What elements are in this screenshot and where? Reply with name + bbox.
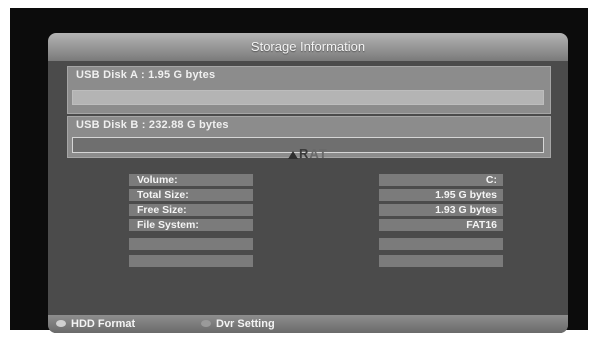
watermark-logo: RAT bbox=[288, 146, 328, 161]
screen-frame: Storage Information USB Disk A : 1.95 G … bbox=[10, 8, 588, 333]
usb-disk-b-label: USB Disk B : 232.88 G bytes bbox=[76, 119, 229, 131]
empty-info-label bbox=[129, 255, 253, 267]
empty-info-value bbox=[379, 238, 503, 250]
volume-label: Volume: bbox=[129, 174, 253, 186]
red-key-icon bbox=[56, 320, 66, 327]
hdd-format-button[interactable]: HDD Format bbox=[56, 317, 135, 331]
file-system-value: FAT16 bbox=[379, 219, 503, 231]
storage-information-dialog: Storage Information USB Disk A : 1.95 G … bbox=[48, 33, 568, 333]
free-size-label: Free Size: bbox=[129, 204, 253, 216]
volume-value: C: bbox=[379, 174, 503, 186]
empty-info-value bbox=[379, 255, 503, 267]
usb-disk-a-entry[interactable]: USB Disk A : 1.95 G bytes bbox=[67, 66, 551, 114]
green-key-icon bbox=[201, 320, 211, 327]
dvr-setting-button[interactable]: Dvr Setting bbox=[201, 317, 275, 331]
usb-disk-a-usage-bar bbox=[72, 90, 544, 105]
usb-disk-a-label: USB Disk A : 1.95 G bytes bbox=[76, 69, 216, 81]
dialog-title: Storage Information bbox=[48, 33, 568, 61]
footer-bar: HDD Format Dvr Setting bbox=[48, 315, 568, 333]
free-size-value: 1.93 G bytes bbox=[379, 204, 503, 216]
triangle-icon bbox=[288, 151, 298, 159]
empty-info-label bbox=[129, 238, 253, 250]
total-size-label: Total Size: bbox=[129, 189, 253, 201]
file-system-label: File System: bbox=[129, 219, 253, 231]
total-size-value: 1.95 G bytes bbox=[379, 189, 503, 201]
